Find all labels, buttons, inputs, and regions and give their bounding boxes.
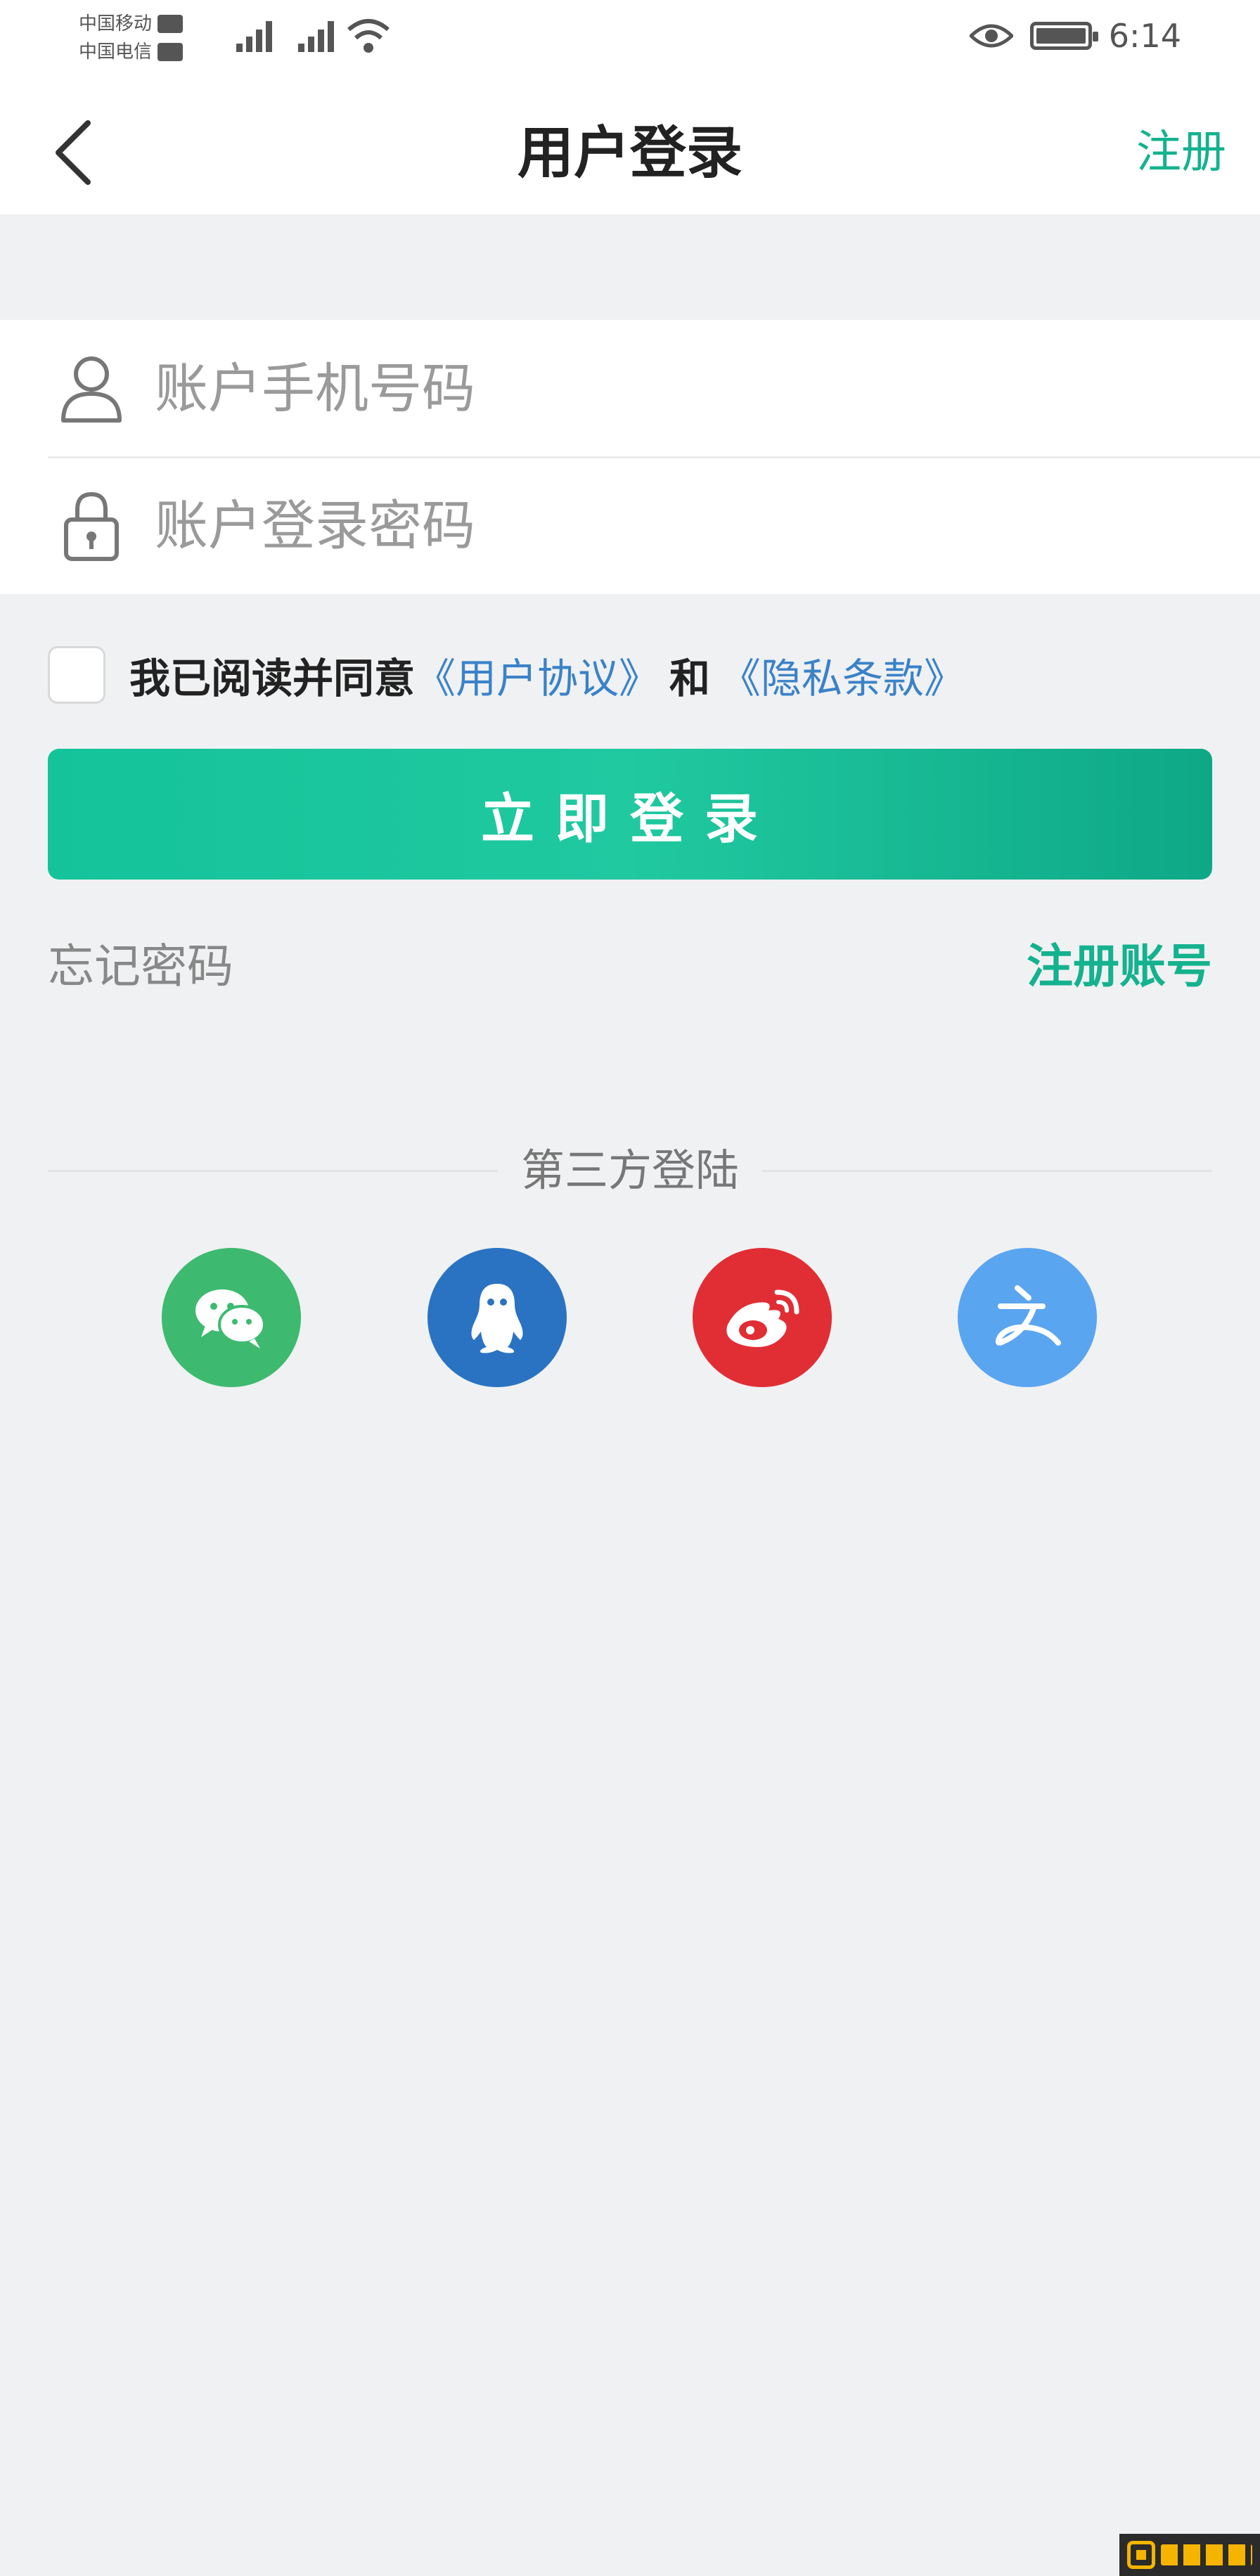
nav-bar: 用户登录 注册: [0, 91, 1260, 214]
status-right: 6:14: [969, 17, 1181, 55]
carrier-1: 中国移动: [79, 13, 153, 34]
chevron-left-icon: [56, 120, 91, 185]
wifi-icon: [347, 19, 390, 53]
privacy-policy-link[interactable]: 《隐私条款》: [720, 645, 965, 704]
alipay-icon: [995, 1285, 1061, 1346]
agreement-and: 和: [669, 655, 711, 702]
sim-badge-2: [158, 43, 184, 61]
social-login-row: [0, 1248, 1260, 1389]
wechat-login-button[interactable]: [162, 1248, 301, 1387]
user-agreement-link[interactable]: 《用户协议》: [415, 645, 660, 704]
battery-icon: [1029, 22, 1098, 50]
third-party-divider: 第三方登陆: [48, 1139, 1212, 1202]
alipay-login-button[interactable]: [958, 1248, 1097, 1387]
page-title: 用户登录: [518, 120, 742, 186]
forgot-password-link[interactable]: 忘记密码: [48, 932, 233, 1002]
qq-icon: [471, 1284, 523, 1353]
login-button[interactable]: 立即登录: [48, 749, 1212, 880]
signal-icon: [236, 18, 272, 52]
phone-row: [0, 320, 1260, 458]
phone-input[interactable]: [155, 348, 1209, 429]
watermark-text: [1161, 2544, 1252, 2565]
agreement-row: 我已阅读并同意 《用户协议》 和 《隐私条款》: [48, 640, 965, 710]
carrier-2: 中国电信: [79, 41, 153, 63]
agree-checkbox[interactable]: [48, 646, 105, 704]
eye-icon: [969, 24, 1013, 48]
password-input[interactable]: [155, 485, 1209, 566]
login-form: [0, 320, 1260, 594]
nav-register-button[interactable]: 注册: [1136, 91, 1226, 214]
watermark-logo-icon: [1127, 2541, 1155, 2569]
password-row: [0, 457, 1260, 594]
weibo-icon: [726, 1289, 799, 1347]
agreement-prefix: 我已阅读并同意: [129, 655, 416, 702]
lock-icon: [64, 491, 119, 561]
user-icon: [61, 356, 122, 423]
qq-login-button[interactable]: [428, 1248, 567, 1387]
links-row: 忘记密码 注册账号: [48, 932, 1212, 1002]
status-bar: 中国移动 中国电信 6:14: [0, 0, 1260, 91]
weibo-login-button[interactable]: [693, 1248, 832, 1387]
sim-badge-1: [158, 15, 184, 33]
watermark: [1119, 2534, 1260, 2576]
wechat-icon: [195, 1289, 266, 1348]
back-button[interactable]: [34, 114, 111, 191]
clock: 6:14: [1108, 17, 1181, 55]
carrier-info: 中国移动 中国电信: [79, 10, 184, 66]
signal-icon-2: [298, 18, 334, 52]
register-account-link[interactable]: 注册账号: [1027, 932, 1212, 1002]
divider-line-right: [762, 1170, 1212, 1172]
